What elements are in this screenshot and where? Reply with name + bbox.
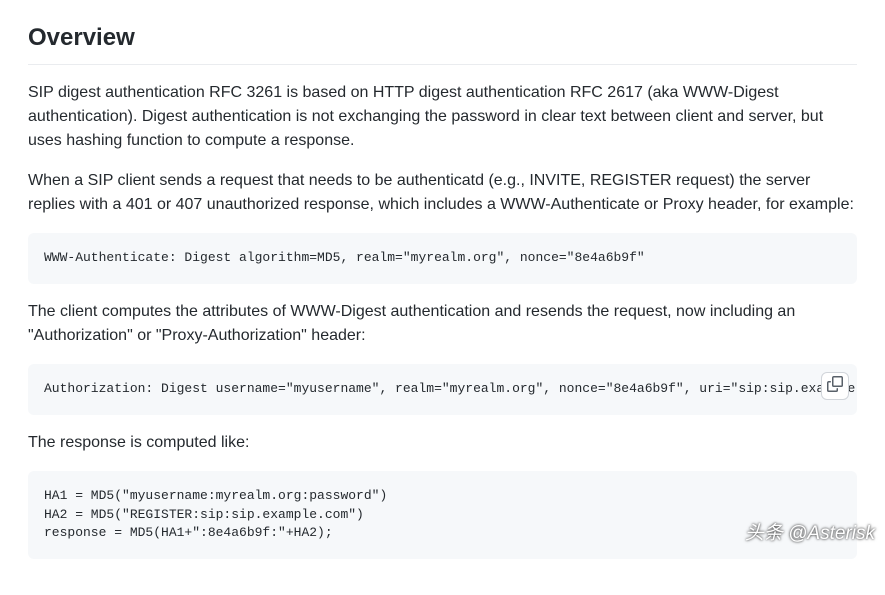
overview-heading: Overview: [28, 20, 857, 65]
paragraph-response-computed: The response is computed like:: [28, 431, 857, 455]
code-content: Authorization: Digest username="myuserna…: [44, 381, 857, 396]
copy-icon: [827, 376, 843, 395]
code-block-www-authenticate: WWW-Authenticate: Digest algorithm=MD5, …: [28, 233, 857, 284]
code-block-authorization[interactable]: Authorization: Digest username="myuserna…: [28, 364, 857, 415]
paragraph-intro: SIP digest authentication RFC 3261 is ba…: [28, 81, 857, 153]
code-content: HA1 = MD5("myusername:myrealm.org:passwo…: [44, 488, 387, 541]
code-block-hash-computation: HA1 = MD5("myusername:myrealm.org:passwo…: [28, 471, 857, 560]
copy-button[interactable]: [821, 372, 849, 400]
paragraph-client-computes: The client computes the attributes of WW…: [28, 300, 857, 348]
paragraph-request: When a SIP client sends a request that n…: [28, 169, 857, 217]
code-content: WWW-Authenticate: Digest algorithm=MD5, …: [44, 250, 645, 265]
